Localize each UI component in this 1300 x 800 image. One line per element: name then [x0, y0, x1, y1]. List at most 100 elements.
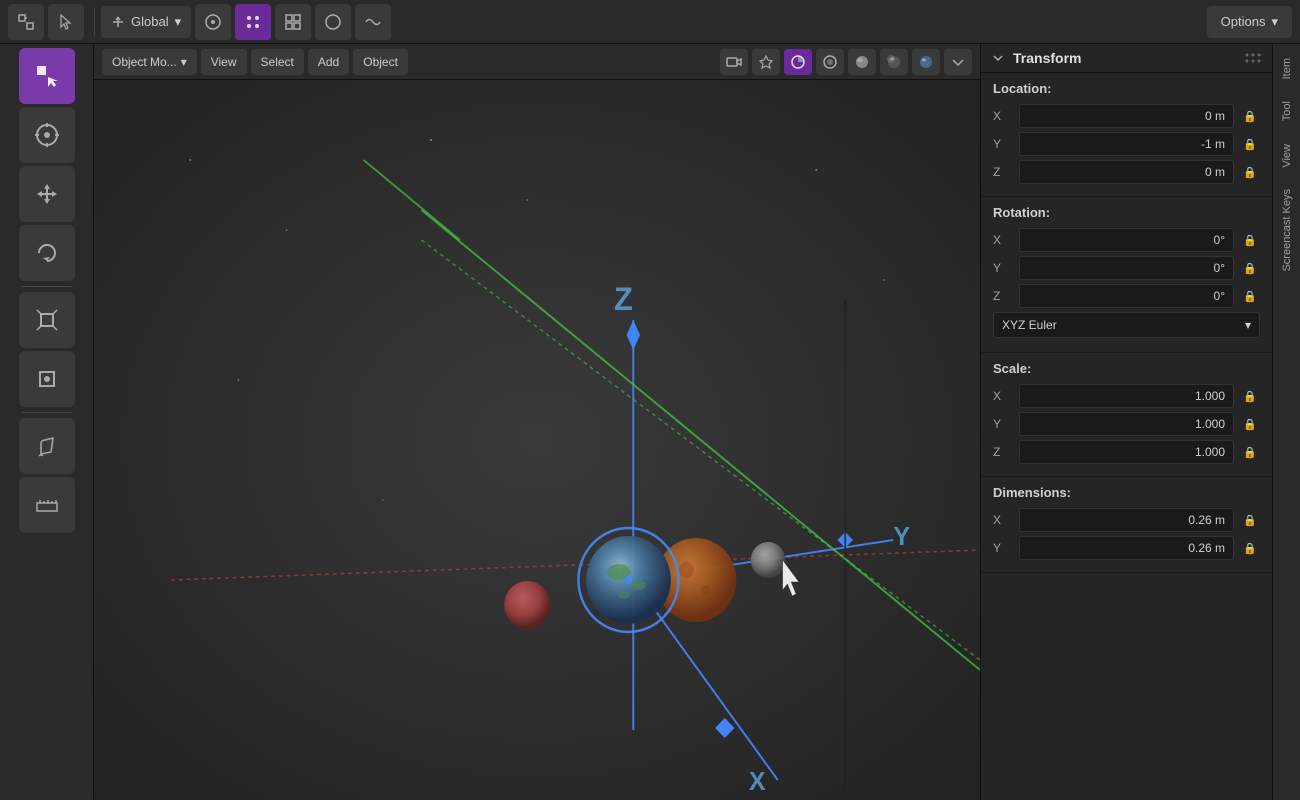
select-label: Select	[261, 55, 294, 69]
snap-btn[interactable]	[195, 4, 231, 40]
scene-svg: Z Y X	[94, 80, 980, 800]
viewport-shading-solid-btn[interactable]	[848, 49, 876, 75]
scale-y-value[interactable]: 1.000	[1019, 412, 1234, 436]
properties-panel: Transform Location: X 0 m 🔒	[981, 44, 1272, 800]
viewport-render-btn[interactable]	[816, 49, 844, 75]
dim-y-lock[interactable]: 🔒	[1240, 542, 1260, 555]
rot-z-label: Z	[993, 289, 1013, 303]
tab-view[interactable]: View	[1277, 134, 1297, 178]
loc-z-value[interactable]: 0 m	[1019, 160, 1234, 184]
viewport-pin-icon-btn[interactable]	[752, 49, 780, 75]
options-label: Options	[1221, 14, 1266, 29]
scale-y-lock[interactable]: 🔒	[1240, 418, 1260, 431]
circle-btn[interactable]	[315, 4, 351, 40]
measure-tool-btn[interactable]	[19, 477, 75, 533]
dimensions-header: Dimensions:	[993, 485, 1260, 500]
scale-tool-btn[interactable]	[19, 292, 75, 348]
scale-x-lock[interactable]: 🔒	[1240, 390, 1260, 403]
tab-screencast-keys[interactable]: Screencast Keys	[1277, 179, 1297, 282]
dim-x-label: X	[993, 513, 1013, 527]
rot-z-lock[interactable]: 🔒	[1240, 290, 1260, 303]
loc-x-label: X	[993, 109, 1013, 123]
object-label: Object	[363, 55, 398, 69]
dim-y-row: Y 0.26 m 🔒	[993, 536, 1260, 560]
location-x-row: X 0 m 🔒	[993, 104, 1260, 128]
dim-y-value[interactable]: 0.26 m	[1019, 536, 1234, 560]
toolbar-sep-1	[22, 286, 72, 287]
scale-header: Scale:	[993, 361, 1260, 376]
viewport-header: Object Mo... ▾ View Select Add Object	[94, 44, 980, 80]
dim-x-row: X 0.26 m 🔒	[993, 508, 1260, 532]
loc-x-value[interactable]: 0 m	[1019, 104, 1234, 128]
location-section: Location: X 0 m 🔒 Y -1 m 🔒 Z 0 m 🔒	[981, 73, 1272, 197]
loc-z-lock[interactable]: 🔒	[1240, 166, 1260, 179]
rotation-z-row: Z 0° 🔒	[993, 284, 1260, 308]
select-tool-btn[interactable]	[19, 48, 75, 104]
dim-x-lock[interactable]: 🔒	[1240, 514, 1260, 527]
transform-orientation-dropdown[interactable]: Global ▾	[101, 6, 191, 38]
scale-x-row: X 1.000 🔒	[993, 384, 1260, 408]
viewport-canvas[interactable]: User Perspective (40) Scene Collection |…	[94, 80, 980, 800]
right-panel: Transform Location: X 0 m 🔒	[980, 44, 1300, 800]
move-tool-btn[interactable]	[19, 166, 75, 222]
object-menu-btn[interactable]: Object	[353, 49, 408, 75]
panel-collapse-icon	[991, 51, 1005, 65]
viewport-more-btn[interactable]	[944, 49, 972, 75]
tab-item[interactable]: Item	[1277, 48, 1297, 89]
transform-tool-btn[interactable]	[19, 351, 75, 407]
loc-y-value[interactable]: -1 m	[1019, 132, 1234, 156]
viewport-shading-material-btn[interactable]	[880, 49, 908, 75]
overlay-dots-btn[interactable]	[235, 4, 271, 40]
panel-title: Transform	[1013, 50, 1236, 66]
rot-z-value[interactable]: 0°	[1019, 284, 1234, 308]
rot-y-value[interactable]: 0°	[1019, 256, 1234, 280]
add-label: Add	[318, 55, 339, 69]
wave-btn[interactable]	[355, 4, 391, 40]
view-menu-btn[interactable]: View	[201, 49, 247, 75]
toolbar-sep-2	[22, 412, 72, 413]
scale-z-lock[interactable]: 🔒	[1240, 446, 1260, 459]
scale-y-row: Y 1.000 🔒	[993, 412, 1260, 436]
orientation-label: Global	[131, 14, 169, 29]
rotation-section: Rotation: X 0° 🔒 Y 0° 🔒 Z 0° 🔒	[981, 197, 1272, 353]
viewport-shading-rendered-btn[interactable]	[912, 49, 940, 75]
cursor-tool-btn[interactable]	[19, 107, 75, 163]
location-y-row: Y -1 m 🔒	[993, 132, 1260, 156]
viewport[interactable]: Object Mo... ▾ View Select Add Object	[94, 44, 980, 800]
panel-drag-icon	[1244, 53, 1262, 63]
top-header: Global ▾ Options	[0, 0, 1300, 44]
options-btn[interactable]: Options ▾	[1207, 6, 1292, 38]
rotation-y-row: Y 0° 🔒	[993, 256, 1260, 280]
viewport-overlay-btn[interactable]	[784, 49, 812, 75]
panel-header: Transform	[981, 44, 1272, 73]
scale-x-value[interactable]: 1.000	[1019, 384, 1234, 408]
scale-section: Scale: X 1.000 🔒 Y 1.000 🔒 Z 1.000 🔒	[981, 353, 1272, 477]
grid-btn[interactable]	[275, 4, 311, 40]
select-menu-btn[interactable]: Select	[251, 49, 304, 75]
svg-text:Z: Z	[614, 281, 633, 317]
left-toolbar	[0, 44, 94, 800]
tab-tool[interactable]: Tool	[1277, 91, 1297, 131]
loc-y-lock[interactable]: 🔒	[1240, 138, 1260, 151]
loc-x-lock[interactable]: 🔒	[1240, 110, 1260, 123]
scale-z-row: Z 1.000 🔒	[993, 440, 1260, 464]
object-mode-btn[interactable]: Object Mo... ▾	[102, 49, 197, 75]
cursor-mode-btn[interactable]	[48, 4, 84, 40]
add-menu-btn[interactable]: Add	[308, 49, 349, 75]
separator-1	[94, 8, 95, 36]
scale-x-label: X	[993, 389, 1013, 403]
rotation-header: Rotation:	[993, 205, 1260, 220]
scale-z-value[interactable]: 1.000	[1019, 440, 1234, 464]
rotate-tool-btn[interactable]	[19, 225, 75, 281]
rot-y-lock[interactable]: 🔒	[1240, 262, 1260, 275]
dim-x-value[interactable]: 0.26 m	[1019, 508, 1234, 532]
side-tabs: Item Tool View Screencast Keys	[1272, 44, 1300, 800]
euler-dropdown[interactable]: XYZ Euler ▾	[993, 312, 1260, 338]
viewport-camera-icon-btn[interactable]	[720, 49, 748, 75]
rot-x-lock[interactable]: 🔒	[1240, 234, 1260, 247]
object-mode-label: Object Mo...	[112, 55, 177, 69]
transform-selector-btn[interactable]	[8, 4, 44, 40]
dimensions-section: Dimensions: X 0.26 m 🔒 Y 0.26 m 🔒	[981, 477, 1272, 573]
annotate-tool-btn[interactable]	[19, 418, 75, 474]
rot-x-value[interactable]: 0°	[1019, 228, 1234, 252]
